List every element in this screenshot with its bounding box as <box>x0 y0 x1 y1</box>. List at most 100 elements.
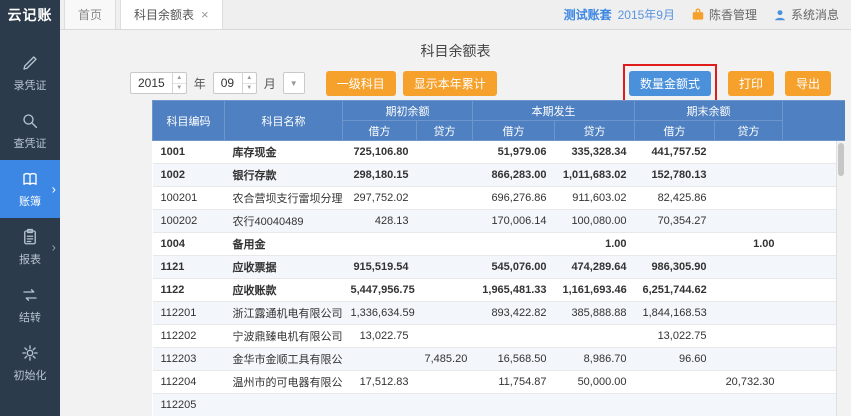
cell-code: 112204 <box>153 371 225 394</box>
spinner-down-icon[interactable]: ▼ <box>243 84 256 94</box>
cell-edr <box>635 233 715 256</box>
sidebar-item-label: 初始化 <box>14 367 47 383</box>
cell-odr: 5,447,956.75 <box>343 279 417 302</box>
col-header-ending-credit: 贷方 <box>715 121 783 141</box>
cell-name: 备用金 <box>225 233 343 256</box>
export-button[interactable]: 导出 <box>785 71 831 96</box>
cell-name: 银行存款 <box>225 164 343 187</box>
cell-odr: 297,752.02 <box>343 187 417 210</box>
cell-name: 金华市金顺工具有限公司 <box>225 348 343 371</box>
table-row: 1001库存现金725,106.8051,979.06335,328.34441… <box>153 141 846 164</box>
cell-cdr: 866,283.00 <box>473 164 555 187</box>
top-bar: 云记账 首页 科目余额表 × 测试账套 2015年9月 陈香管理 <box>0 0 851 30</box>
spinner-down-icon[interactable]: ▼ <box>173 84 186 94</box>
tab-subject-balance-label: 科目余额表 <box>134 6 194 23</box>
sidebar-item-carryover[interactable]: 结转 <box>0 276 60 334</box>
table-body: 1001库存现金725,106.8051,979.06335,328.34441… <box>153 141 846 416</box>
quantity-amount-button[interactable]: 数量金额式 <box>629 71 711 96</box>
cell-cdr: 696,276.86 <box>473 187 555 210</box>
user-menu[interactable]: 陈香管理 <box>691 6 757 23</box>
cell-name: 库存现金 <box>225 141 343 164</box>
toolbar-right: 数量金额式 打印 导出 <box>623 64 831 103</box>
cell-edr: 441,757.52 <box>635 141 715 164</box>
cell-cdr: 170,006.14 <box>473 210 555 233</box>
cell-code: 1004 <box>153 233 225 256</box>
cell-ecr <box>715 348 783 371</box>
month-label: 月 <box>264 75 276 92</box>
table-row: 112205 <box>153 394 846 416</box>
cell-ocr <box>417 187 473 210</box>
sidebar-item-voucher-entry[interactable]: 录凭证 <box>0 44 60 102</box>
cell-edr: 13,022.75 <box>635 325 715 348</box>
cell-name: 农合营坝支行雷坝分理处 <box>225 187 343 210</box>
table-header: 科目编码 科目名称 期初余额 本期发生 期末余额 借方 贷方 借方 贷方 借方 … <box>153 101 846 141</box>
close-tab-icon[interactable]: × <box>201 8 209 21</box>
print-button[interactable]: 打印 <box>728 71 774 96</box>
cell-code: 112205 <box>153 394 225 416</box>
transfer-icon <box>21 286 39 304</box>
cell-ocr <box>417 256 473 279</box>
cell-cdr: 545,076.00 <box>473 256 555 279</box>
cell-cdr: 51,979.06 <box>473 141 555 164</box>
account-set-switcher[interactable]: 测试账套 2015年9月 <box>564 6 675 23</box>
year-stepper[interactable]: 2015 ▲ ▼ <box>130 72 187 94</box>
annotation-highlight-box: 数量金额式 <box>623 64 717 103</box>
chevron-right-icon: › <box>52 182 56 197</box>
system-messages[interactable]: 系统消息 <box>773 6 839 23</box>
cell-ocr <box>417 164 473 187</box>
sidebar: 录凭证 查凭证 账簿 › 报表 › 结转 初始化 <box>0 30 60 416</box>
cell-edr: 986,305.90 <box>635 256 715 279</box>
person-icon <box>773 8 787 22</box>
vertical-scrollbar[interactable] <box>836 141 845 416</box>
sidebar-item-voucher-search[interactable]: 查凭证 <box>0 102 60 160</box>
cell-name: 应收票据 <box>225 256 343 279</box>
spinner-up-icon[interactable]: ▲ <box>243 73 256 84</box>
period-dropdown[interactable]: ▼ <box>283 72 305 94</box>
scrollbar-thumb[interactable] <box>838 143 844 176</box>
cell-name: 宁波鼎臻电机有限公司 <box>225 325 343 348</box>
cell-edr <box>635 394 715 416</box>
cell-ccr: 1.00 <box>555 233 635 256</box>
col-header-spacer <box>783 101 846 141</box>
chevron-down-icon: ▼ <box>290 79 298 88</box>
tab-subject-balance[interactable]: 科目余额表 × <box>120 0 223 29</box>
cell-ocr <box>417 210 473 233</box>
year-value: 2015 <box>131 73 172 93</box>
sidebar-item-initialize[interactable]: 初始化 <box>0 334 60 392</box>
pencil-icon <box>21 54 39 72</box>
cell-ecr <box>715 325 783 348</box>
account-period: 2015年9月 <box>618 6 675 23</box>
chevron-right-icon: › <box>52 240 56 255</box>
cell-name <box>225 394 343 416</box>
cell-cdr: 1,965,481.33 <box>473 279 555 302</box>
page-title: 科目余额表 <box>60 41 851 61</box>
cell-odr: 298,180.15 <box>343 164 417 187</box>
cell-odr: 13,022.75 <box>343 325 417 348</box>
month-stepper[interactable]: 09 ▲ ▼ <box>213 72 257 94</box>
tab-home[interactable]: 首页 <box>64 0 116 29</box>
cell-ecr <box>715 302 783 325</box>
cell-ccr: 50,000.00 <box>555 371 635 394</box>
sidebar-item-reports[interactable]: 报表 › <box>0 218 60 276</box>
cell-edr: 70,354.27 <box>635 210 715 233</box>
cell-ecr <box>715 187 783 210</box>
cell-ccr: 1,011,683.02 <box>555 164 635 187</box>
show-ytd-button[interactable]: 显示本年累计 <box>403 71 497 96</box>
sidebar-item-ledger[interactable]: 账簿 › <box>0 160 60 218</box>
tab-home-label: 首页 <box>78 6 102 23</box>
cell-odr <box>343 394 417 416</box>
cell-ccr: 1,161,693.46 <box>555 279 635 302</box>
app-window: 云记账 首页 科目余额表 × 测试账套 2015年9月 陈香管理 <box>0 0 851 416</box>
level1-subject-button[interactable]: 一级科目 <box>326 71 396 96</box>
cell-edr: 152,780.13 <box>635 164 715 187</box>
cell-ocr <box>417 302 473 325</box>
table-row: 100201农合营坝支行雷坝分理处297,752.02696,276.86911… <box>153 187 846 210</box>
cell-ocr <box>417 394 473 416</box>
year-label: 年 <box>194 75 206 92</box>
spinner-up-icon[interactable]: ▲ <box>173 73 186 84</box>
cell-ccr: 100,080.00 <box>555 210 635 233</box>
cell-code: 112201 <box>153 302 225 325</box>
briefcase-icon <box>691 8 705 22</box>
system-messages-label: 系统消息 <box>791 6 839 23</box>
cell-ccr: 474,289.64 <box>555 256 635 279</box>
